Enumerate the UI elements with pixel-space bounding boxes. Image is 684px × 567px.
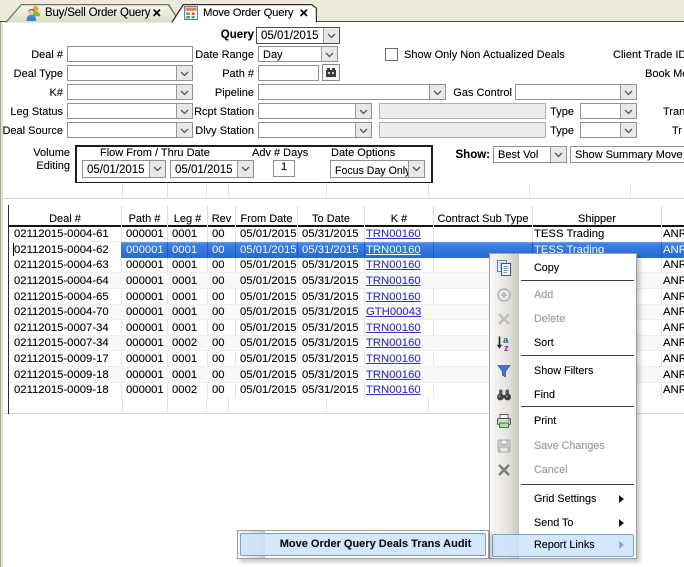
svg-text:z: z [504,343,509,351]
